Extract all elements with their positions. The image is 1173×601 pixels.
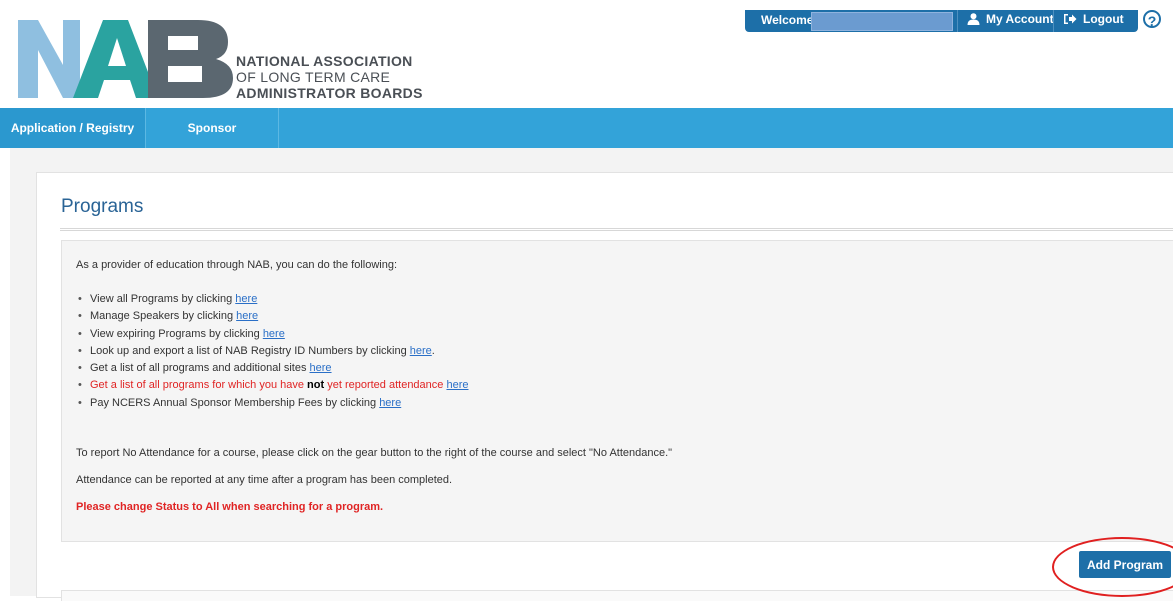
my-account-label: My Account [986,12,1054,26]
manage-speakers-link[interactable]: here [236,310,258,322]
list-item: View expiring Programs by clicking here [78,326,469,343]
add-program-button[interactable]: Add Program [1079,551,1171,578]
registry-id-numbers-link[interactable]: here [410,345,432,357]
status-warning: Please change Status to All when searchi… [76,501,384,513]
pay-membership-fees-link[interactable]: here [379,397,401,409]
logout-label: Logout [1083,12,1124,26]
user-icon [967,13,980,25]
my-account-button[interactable]: My Account [967,12,1054,26]
intro-text: As a provider of education through NAB, … [76,259,398,271]
nab-logo[interactable] [18,10,238,104]
action-list: View all Programs by clicking here Manag… [78,291,469,412]
view-all-programs-link[interactable]: here [235,293,257,305]
expiring-programs-link[interactable]: here [263,328,285,340]
list-item: Pay NCERS Annual Sponsor Membership Fees… [78,395,469,412]
list-item: Manage Speakers by clicking here [78,308,469,325]
help-icon[interactable]: ? [1143,10,1161,29]
title-divider [60,228,1173,231]
toolbar-divider [957,10,958,32]
org-name-line2: OF LONG TERM CARE [236,69,391,85]
nav-item-application-registry[interactable]: Application / Registry [0,108,146,148]
attendance-note: Attendance can be reported at any time a… [76,474,453,486]
org-name-line1: NATIONAL ASSOCIATION [236,53,413,69]
main-nav: Application / Registry Sponsor [0,108,1173,148]
logout-icon [1064,14,1077,24]
list-item: Get a list of all programs and additiona… [78,360,469,377]
no-attendance-instructions: To report No Attendance for a course, pl… [76,447,673,459]
org-name: NATIONAL ASSOCIATION OF LONG TERM CARE A… [236,53,423,101]
unreported-attendance-link[interactable]: here [446,379,468,391]
nav-item-sponsor[interactable]: Sponsor [146,108,279,148]
additional-sites-link[interactable]: here [310,362,332,374]
welcome-label: Welcome [761,13,814,27]
list-item: View all Programs by clicking here [78,291,469,308]
user-toolbar: Welcome My Account Logout [745,10,1138,32]
page-title: Programs [61,196,144,217]
list-item-unreported-attendance: Get a list of all programs for which you… [78,377,469,394]
org-name-line3: ADMINISTRATOR BOARDS [236,85,423,101]
list-item: Look up and export a list of NAB Registr… [78,343,469,360]
toolbar-divider [1053,10,1054,32]
welcome-username-redacted [811,12,953,31]
logout-button[interactable]: Logout [1063,12,1124,26]
